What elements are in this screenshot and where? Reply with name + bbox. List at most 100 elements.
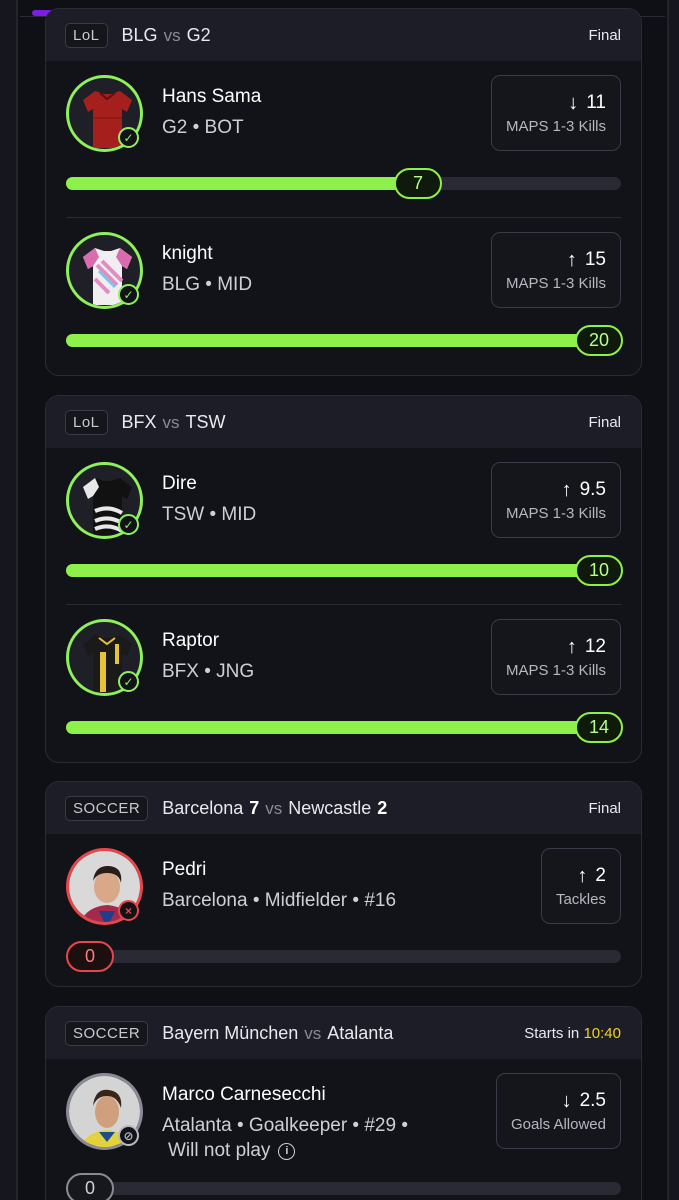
player-meta: Atalanta • Goalkeeper • #29 •	[162, 1115, 408, 1136]
result-pill: 10	[575, 555, 623, 586]
stat-label: Tackles	[555, 890, 606, 908]
match-card[interactable]: SOCCER Barcelona 7 vs Newcastle 2 Final …	[45, 781, 642, 987]
player-row[interactable]: ✓ knight BLG • MID ↑ 15 MAPS 1-3 Kills 2…	[46, 218, 641, 375]
arrow-up-icon: ↑	[561, 478, 572, 501]
stat-line-box: ↑ 2 Tackles	[540, 848, 621, 924]
arrow-down-icon: ↓	[568, 91, 579, 114]
progress-bar: 10	[66, 555, 623, 586]
progress-fill	[66, 334, 621, 347]
player-meta: G2 • BOT	[162, 117, 244, 138]
stat-line-value: 11	[586, 92, 606, 113]
player-meta: Barcelona • Midfielder • #16	[162, 890, 397, 911]
result-pill: 0	[66, 941, 114, 972]
match-title: BFX vs TSW	[122, 412, 226, 433]
vs-label: vs	[304, 1023, 322, 1043]
team-score: 2	[377, 797, 388, 818]
info-icon[interactable]: i	[278, 1142, 296, 1160]
availability-status: Will not play i	[168, 1140, 296, 1162]
vs-label: vs	[265, 798, 283, 818]
match-title: Barcelona 7 vs Newcastle 2	[162, 798, 387, 819]
match-status: Final	[588, 26, 621, 44]
stat-line-box: ↑ 12 MAPS 1-3 Kills	[490, 619, 621, 695]
team-name: G2	[186, 24, 211, 45]
match-header: SOCCER Bayern München vs Atalanta Starts…	[46, 1007, 641, 1059]
sport-tag: SOCCER	[65, 1020, 149, 1046]
player-name: Raptor	[162, 630, 220, 651]
progress-bar: 7	[66, 168, 621, 199]
progress-fill	[66, 177, 427, 190]
check-icon: ✓	[118, 671, 139, 692]
stat-line-box: ↑ 9.5 MAPS 1-3 Kills	[490, 462, 621, 538]
player-name: Marco Carnesecchi	[162, 1084, 326, 1105]
stat-line-box: ↓ 11 MAPS 1-3 Kills	[490, 75, 621, 151]
check-icon: ✓	[118, 127, 139, 148]
starts-in-label: Starts in	[524, 1024, 580, 1042]
arrow-up-icon: ↑	[577, 864, 588, 887]
stat-line-value: 9.5	[579, 479, 606, 500]
vs-label: vs	[163, 25, 181, 45]
stat-label: MAPS 1-3 Kills	[505, 504, 606, 522]
team-name: Newcastle	[288, 797, 372, 818]
right-rail	[667, 0, 679, 1200]
stat-line-value: 15	[584, 249, 606, 270]
will-not-play-label: Will not play	[168, 1140, 271, 1161]
progress-bar: 0	[66, 941, 621, 972]
match-title: Bayern München vs Atalanta	[162, 1023, 393, 1044]
sport-tag: LoL	[65, 409, 108, 435]
match-status: Final	[588, 413, 621, 431]
team-name: TSW	[185, 411, 226, 432]
player-row[interactable]: × Pedri Barcelona • Midfielder • #16 ↑ 2…	[46, 834, 641, 986]
result-pill: 20	[575, 325, 623, 356]
result-pill: 0	[66, 1173, 114, 1200]
player-row[interactable]: ✓ Hans Sama G2 • BOT ↓ 11 MAPS 1-3 Kills…	[46, 61, 641, 218]
cross-icon: ×	[118, 900, 139, 921]
match-card[interactable]: LoL BFX vs TSW Final ✓ Dire TSW • MID ↑ …	[45, 395, 642, 763]
progress-fill	[66, 564, 621, 577]
stat-label: Goals Allowed	[510, 1115, 606, 1133]
not-available-icon: ⊘	[118, 1125, 139, 1146]
player-name: Dire	[162, 473, 197, 494]
sport-tag: LoL	[65, 22, 108, 48]
match-title: BLG vs G2	[122, 25, 211, 46]
match-header: LoL BLG vs G2 Final	[46, 9, 641, 61]
match-header: SOCCER Barcelona 7 vs Newcastle 2 Final	[46, 782, 641, 834]
arrow-up-icon: ↑	[566, 248, 577, 271]
stat-label: MAPS 1-3 Kills	[505, 661, 606, 679]
player-row[interactable]: ✓ Dire TSW • MID ↑ 9.5 MAPS 1-3 Kills 10	[46, 448, 641, 605]
progress-bar: 0	[66, 1173, 621, 1200]
player-meta: BFX • JNG	[162, 661, 255, 682]
player-meta: BLG • MID	[162, 274, 253, 295]
result-pill: 7	[394, 168, 442, 199]
stat-line-value: 2.5	[579, 1090, 606, 1111]
stat-line-box: ↑ 15 MAPS 1-3 Kills	[490, 232, 621, 308]
stat-label: MAPS 1-3 Kills	[505, 274, 606, 292]
vs-label: vs	[162, 412, 180, 432]
result-pill: 14	[575, 712, 623, 743]
sport-tag: SOCCER	[65, 795, 149, 821]
progress-bar: 14	[66, 712, 623, 743]
team-name: BLG	[121, 24, 158, 45]
player-name: Hans Sama	[162, 86, 262, 107]
player-meta: TSW • MID	[162, 504, 257, 525]
team-name: BFX	[121, 411, 157, 432]
team-score: 7	[249, 797, 260, 818]
check-icon: ✓	[118, 284, 139, 305]
match-card[interactable]: LoL BLG vs G2 Final ✓ Hans Sama G2 • BOT…	[45, 8, 642, 376]
left-rail	[0, 0, 18, 1200]
arrow-up-icon: ↑	[566, 635, 577, 658]
countdown-time: 10:40	[583, 1024, 621, 1042]
match-status: Starts in 10:40	[524, 1025, 621, 1042]
match-card[interactable]: SOCCER Bayern München vs Atalanta Starts…	[45, 1006, 642, 1200]
stat-line-value: 2	[595, 865, 606, 886]
player-row[interactable]: ✓ Raptor BFX • JNG ↑ 12 MAPS 1-3 Kills 1…	[46, 605, 641, 762]
stat-line-value: 12	[584, 636, 606, 657]
team-name: Barcelona	[162, 797, 244, 818]
progress-bar: 20	[66, 325, 623, 356]
check-icon: ✓	[118, 514, 139, 535]
match-header: LoL BFX vs TSW Final	[46, 396, 641, 448]
team-name: Atalanta	[327, 1022, 394, 1043]
player-row[interactable]: ⊘ Marco Carnesecchi Atalanta • Goalkeepe…	[46, 1059, 641, 1200]
player-name: knight	[162, 243, 213, 264]
stat-line-box: ↓ 2.5 Goals Allowed	[495, 1073, 621, 1149]
player-name: Pedri	[162, 859, 207, 880]
